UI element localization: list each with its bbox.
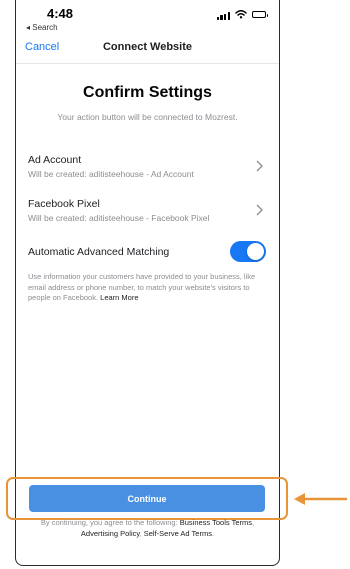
advanced-matching-toggle[interactable] bbox=[230, 241, 266, 262]
advanced-matching-row: Automatic Advanced Matching bbox=[28, 241, 269, 263]
battery-icon bbox=[252, 11, 268, 18]
chevron-right-icon bbox=[256, 160, 263, 172]
advertising-policy-link[interactable]: Advertising Policy bbox=[81, 529, 140, 538]
facebook-pixel-row[interactable]: Facebook Pixel Will be created: aditiste… bbox=[28, 198, 269, 223]
self-serve-ad-terms-link[interactable]: Self-Serve Ad Terms bbox=[144, 529, 212, 538]
status-time: 4:48 bbox=[47, 6, 74, 21]
toggle-knob bbox=[247, 243, 264, 260]
info-text: Use information your customers have prov… bbox=[28, 272, 256, 302]
facebook-pixel-sub: Will be created: aditisteehouse - Facebo… bbox=[28, 213, 210, 223]
ad-account-sub: Will be created: aditisteehouse - Ad Acc… bbox=[28, 169, 194, 179]
page-title: Confirm Settings bbox=[83, 84, 212, 101]
nav-divider bbox=[16, 63, 279, 64]
terms-footer: By continuing, you agree to the followin… bbox=[15, 518, 280, 539]
page-subtitle: Your action button will be connected to … bbox=[57, 112, 238, 122]
footer-suffix: . bbox=[211, 528, 215, 538]
chevron-right-icon bbox=[256, 204, 263, 216]
continue-button[interactable]: Continue bbox=[29, 485, 265, 512]
arrow-left-icon bbox=[294, 493, 347, 505]
footer-separator: , bbox=[252, 518, 255, 527]
learn-more-link[interactable]: Learn More bbox=[100, 293, 138, 302]
footer-prefix: By continuing, you agree to the followin… bbox=[40, 518, 180, 527]
back-to-app-link[interactable]: ◂ Search bbox=[26, 23, 58, 32]
facebook-pixel-label: Facebook Pixel bbox=[28, 198, 100, 210]
ad-account-label: Ad Account bbox=[28, 154, 82, 166]
ad-account-row[interactable]: Ad Account Will be created: aditisteehou… bbox=[28, 154, 269, 179]
nav-bar: Cancel Connect Website bbox=[16, 36, 279, 62]
business-tools-terms-link[interactable]: Business Tools Terms bbox=[180, 518, 252, 527]
wifi-icon bbox=[235, 10, 247, 19]
nav-title: Connect Website bbox=[102, 41, 193, 53]
status-bar: 4:48 ◂ Search bbox=[16, 0, 279, 34]
cellular-signal-icon bbox=[216, 12, 230, 20]
advanced-matching-label: Automatic Advanced Matching bbox=[28, 246, 170, 258]
advanced-matching-info: Use information your customers have prov… bbox=[28, 272, 271, 304]
